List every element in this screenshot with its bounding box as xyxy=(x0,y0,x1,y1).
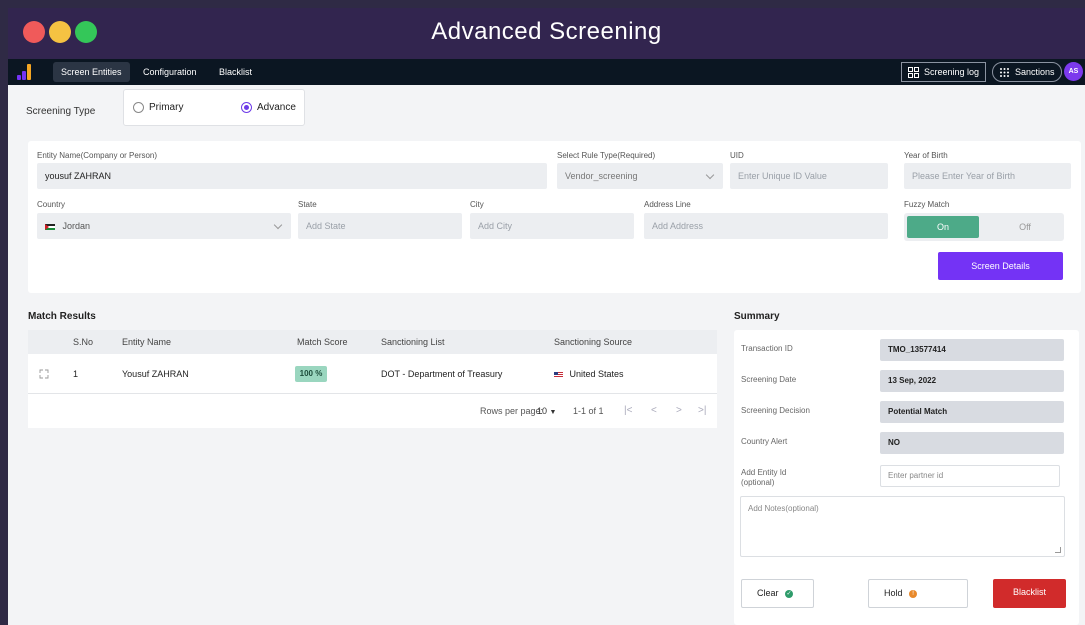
clear-button[interactable]: Clear ✓ xyxy=(741,579,814,608)
country-label: Country xyxy=(37,200,66,209)
source-value: United States xyxy=(569,369,624,379)
pagination-range: 1-1 of 1 xyxy=(573,406,604,416)
radio-primary[interactable]: Primary xyxy=(133,102,183,114)
uid-input[interactable]: Enter Unique ID Value xyxy=(730,163,888,189)
sanctions-button[interactable]: Sanctions xyxy=(992,62,1062,82)
screening-date-value: 13 Sep, 2022 xyxy=(880,370,1064,392)
screening-decision-label: Screening Decision xyxy=(741,406,810,415)
notes-textarea[interactable]: Add Notes(optional) xyxy=(740,496,1065,557)
col-sanctioning-source: Sanctioning Source xyxy=(554,337,633,347)
last-page-icon[interactable]: >| xyxy=(698,394,706,428)
rule-type-select[interactable]: Vendor_screening xyxy=(557,163,723,189)
app-window: Advanced Screening Screen Entities Confi… xyxy=(0,0,1085,625)
match-results-title: Match Results xyxy=(28,311,96,322)
radio-primary-label: Primary xyxy=(149,102,184,113)
cell-sanctioning-source: United States xyxy=(554,354,624,394)
partner-id-input[interactable]: Enter partner id xyxy=(880,465,1060,487)
rows-per-page-value: 10 xyxy=(537,406,548,416)
country-select[interactable]: Jordan xyxy=(37,213,291,239)
entity-id-label: Add Entity Id xyxy=(741,468,787,477)
tab-configuration[interactable]: Configuration xyxy=(135,62,205,82)
app-logo-icon xyxy=(17,64,35,80)
jordan-flag-icon xyxy=(45,223,55,230)
radio-advance-label: Advance xyxy=(257,102,296,113)
uid-label: UID xyxy=(730,151,744,160)
state-input[interactable]: Add State xyxy=(298,213,462,239)
rule-type-value: Vendor_screening xyxy=(565,171,638,181)
rule-type-label: Select Rule Type(Required) xyxy=(557,151,656,160)
screening-decision-value: Potential Match xyxy=(880,401,1064,423)
blacklist-button[interactable]: Blacklist xyxy=(993,579,1066,608)
fuzzy-match-toggle: On Off xyxy=(904,213,1064,241)
tab-blacklist[interactable]: Blacklist xyxy=(211,62,260,82)
us-flag-icon xyxy=(554,371,563,378)
resize-handle-icon[interactable] xyxy=(1055,547,1061,553)
radio-checked-icon xyxy=(241,102,252,113)
transaction-id-label: Transaction ID xyxy=(741,344,793,353)
col-sno: S.No xyxy=(73,337,94,347)
first-page-icon[interactable]: |< xyxy=(624,394,632,428)
pagination-bar: Rows per page: 10 ▼ 1-1 of 1 |< < > >| xyxy=(28,394,717,428)
expand-icon[interactable] xyxy=(39,369,49,379)
notes-placeholder: Add Notes(optional) xyxy=(748,504,819,513)
screening-type-selector: Primary Advance xyxy=(123,89,305,126)
cell-sno: 1 xyxy=(73,369,79,379)
check-circle-icon: ✓ xyxy=(785,589,794,598)
sanctions-label: Sanctions xyxy=(1015,67,1055,77)
chevron-down-icon xyxy=(273,220,283,230)
hold-label: Hold xyxy=(884,588,903,598)
city-label: City xyxy=(470,200,484,209)
col-match-score: Match Score xyxy=(297,337,348,347)
app-title: Advanced Screening xyxy=(431,18,662,45)
grid-icon xyxy=(908,67,919,78)
address-label: Address Line xyxy=(644,200,691,209)
fuzzy-match-label: Fuzzy Match xyxy=(904,200,950,209)
dots-grid-icon xyxy=(1000,68,1009,77)
year-of-birth-label: Year of Birth xyxy=(904,151,948,160)
hold-button[interactable]: Hold ! xyxy=(868,579,968,608)
caret-down-icon: ▼ xyxy=(549,409,557,416)
radio-advance[interactable]: Advance xyxy=(241,102,296,114)
fuzzy-on-option[interactable]: On xyxy=(907,216,979,238)
address-input[interactable]: Add Address xyxy=(644,213,888,239)
clear-label: Clear xyxy=(757,588,779,598)
top-nav: Screen Entities Configuration Blacklist … xyxy=(8,59,1085,85)
country-alert-label: Country Alert xyxy=(741,437,788,446)
chevron-down-icon xyxy=(705,170,715,180)
year-of-birth-input[interactable]: Please Enter Year of Birth xyxy=(904,163,1071,189)
entity-id-sublabel: (optional) xyxy=(741,478,775,487)
results-table-header: S.No Entity Name Match Score Sanctioning… xyxy=(28,330,717,354)
screening-type-label: Screening Type xyxy=(26,106,96,117)
table-row[interactable]: 1 Yousuf ZAHRAN 100 % DOT - Department o… xyxy=(28,354,717,394)
transaction-id-value: TMO_13577414 xyxy=(880,339,1064,361)
screening-log-label: Screening log xyxy=(924,67,980,77)
alert-circle-icon: ! xyxy=(909,589,918,598)
city-input[interactable]: Add City xyxy=(470,213,634,239)
cell-sanctioning-list: DOT - Department of Treasury xyxy=(381,369,503,379)
entity-name-input[interactable]: yousuf ZAHRAN xyxy=(37,163,547,189)
radio-circle-icon xyxy=(133,102,144,113)
rows-per-page-label: Rows per page: xyxy=(480,406,544,416)
screening-date-label: Screening Date xyxy=(741,375,797,384)
col-sanctioning-list: Sanctioning List xyxy=(381,337,445,347)
screening-log-button[interactable]: Screening log xyxy=(901,62,987,82)
match-score-badge: 100 % xyxy=(295,366,327,382)
screen-details-button[interactable]: Screen Details xyxy=(938,252,1063,280)
entity-name-label: Entity Name(Company or Person) xyxy=(37,151,158,160)
avatar[interactable]: AS xyxy=(1064,62,1083,81)
summary-title: Summary xyxy=(734,311,780,322)
rows-per-page-select[interactable]: 10 ▼ xyxy=(537,394,556,430)
prev-page-icon[interactable]: < xyxy=(651,394,657,428)
fuzzy-off-option[interactable]: Off xyxy=(989,216,1061,238)
cell-entity-name: Yousuf ZAHRAN xyxy=(122,369,189,379)
title-bar: Advanced Screening xyxy=(8,8,1085,59)
next-page-icon[interactable]: > xyxy=(676,394,682,428)
country-value: Jordan xyxy=(62,221,91,231)
col-entity-name: Entity Name xyxy=(122,337,172,347)
tab-screen-entities[interactable]: Screen Entities xyxy=(53,62,130,82)
state-label: State xyxy=(298,200,317,209)
country-alert-value: NO xyxy=(880,432,1064,454)
